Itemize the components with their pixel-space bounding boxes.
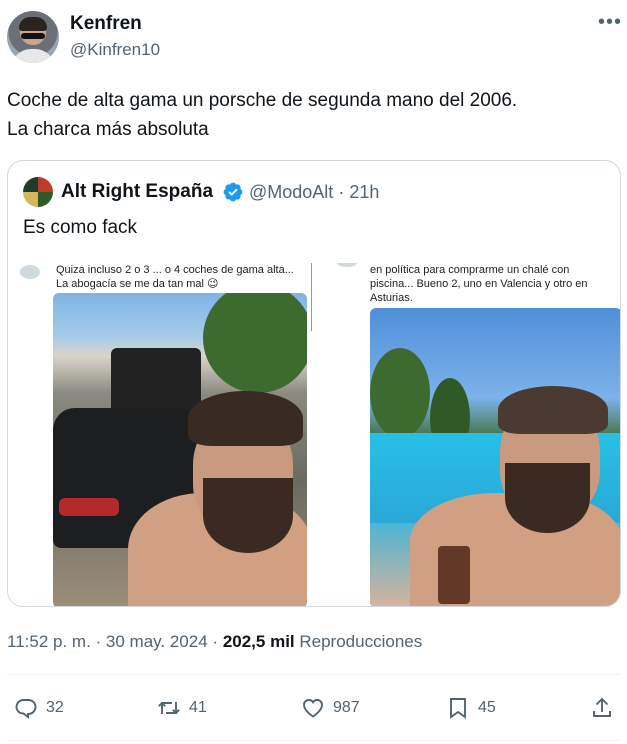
verified-icon (223, 182, 243, 202)
selfie-photo-left (53, 293, 307, 606)
caption-scrollbar (311, 263, 312, 331)
quoted-author-avatar (23, 177, 53, 207)
retweet-button[interactable]: 41 (157, 694, 207, 722)
hair-shape (188, 391, 303, 446)
quoted-author-name: Alt Right España (61, 181, 214, 202)
caption-avatar (20, 265, 40, 279)
quoted-author-handle: @ModoAlt (249, 182, 334, 202)
like-icon (303, 699, 323, 718)
bookmark-icon (450, 698, 466, 719)
hair-shape (498, 386, 608, 434)
tweet-timestamp: 11:52 p. m. · 30 may. 2024 · 202,5 mil R… (7, 632, 422, 652)
tree-shape (370, 348, 430, 438)
quoted-image-left[interactable]: Quiza incluso 2 o 3 ... o 4 coches de ga… (8, 263, 312, 606)
author-name[interactable]: Kenfren (70, 13, 142, 35)
quoted-tweet[interactable]: Alt Right España @ModoAlt · 21h Es como … (7, 160, 621, 607)
quoted-tweet-age: 21h (349, 182, 380, 202)
like-button[interactable]: 987 (301, 694, 360, 722)
beard-shape (203, 478, 293, 553)
views-label: Reproducciones (299, 632, 423, 651)
meta-separator: · (338, 182, 350, 202)
timestamp-sep: · (212, 632, 223, 651)
selfie-photo-right (370, 308, 620, 606)
reply-icon (15, 699, 37, 719)
tweet-text: Coche de alta gama un porsche de segunda… (7, 86, 617, 144)
caption-avatar (337, 263, 357, 267)
bookmark-count: 45 (478, 699, 496, 716)
quoted-tweet-text: Es como fack (23, 217, 138, 238)
quoted-author-meta: @ModoAlt · 21h (249, 182, 379, 203)
like-count: 987 (333, 699, 360, 716)
more-icon[interactable]: ••• (598, 12, 622, 32)
author-avatar[interactable] (7, 11, 59, 63)
beard-shape (505, 463, 590, 533)
retweet-icon (158, 702, 180, 714)
reply-count: 32 (46, 699, 64, 716)
avatar-glasses (21, 33, 45, 39)
tweet-text-line-1: Coche de alta gama un porsche de segunda… (7, 90, 518, 111)
right-caption-line-2: piscina... Bueno 2, uno en Valencia y ot… (370, 278, 588, 290)
author-handle[interactable]: @Kinfren10 (70, 40, 160, 60)
timestamp-time[interactable]: 11:52 p. m. (7, 632, 91, 651)
left-caption-line-2: La abogacía se me da tan mal 😉 (56, 278, 219, 290)
bookmark-button[interactable]: 45 (446, 694, 496, 722)
glass-shape (438, 546, 470, 604)
brake-light (59, 498, 119, 516)
timestamp-sep: · (95, 632, 106, 651)
avatar-hair (19, 17, 47, 31)
right-caption-line-1: en política para comprarme un chalé con (370, 264, 570, 276)
retweet-count: 41 (189, 699, 207, 716)
tweet-text-line-2: La charca más absoluta (7, 119, 209, 140)
timestamp-date[interactable]: 30 may. 2024 (106, 632, 208, 651)
avatar-shirt (11, 49, 55, 63)
divider-bottom (7, 740, 620, 741)
share-icon (593, 697, 611, 717)
reply-button[interactable]: 32 (14, 694, 64, 722)
left-caption-line-1: Quiza incluso 2 o 3 ... o 4 coches de ga… (56, 264, 294, 276)
share-button[interactable] (590, 694, 622, 722)
right-caption-line-3: Asturias. (370, 292, 413, 304)
views-count: 202,5 mil (222, 632, 295, 651)
tree-shape (203, 293, 307, 393)
quoted-image-right[interactable]: en política para comprarme un chalé con … (317, 263, 620, 606)
divider-top (7, 674, 620, 675)
